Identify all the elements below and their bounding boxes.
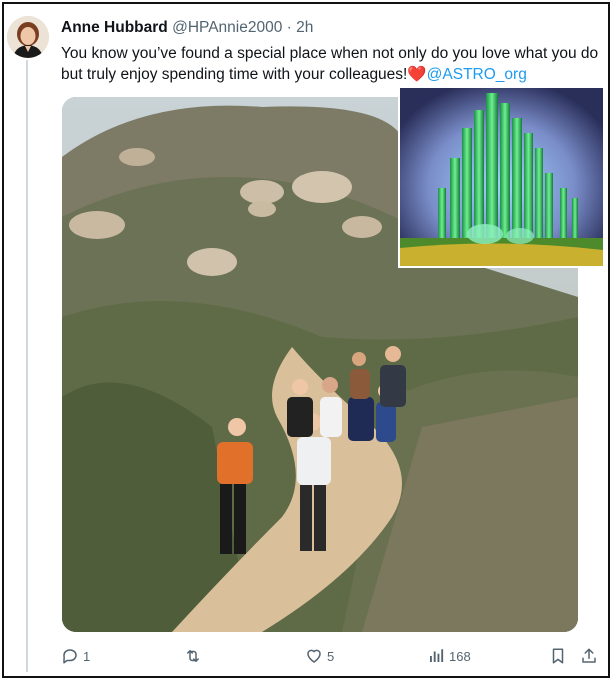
- reply-count: 1: [83, 648, 91, 664]
- action-bar: 1 5 168: [0, 643, 614, 669]
- bookmark-button[interactable]: [549, 643, 567, 669]
- like-count: 5: [327, 648, 335, 664]
- retweet-icon: [187, 650, 199, 662]
- reply-button[interactable]: 1: [61, 643, 90, 669]
- analytics-bar-icon: [430, 649, 444, 662]
- heart-icon: [307, 649, 321, 663]
- avatar[interactable]: [7, 16, 49, 58]
- retweet-button[interactable]: [183, 643, 207, 669]
- avatar-image: [7, 16, 49, 58]
- author-handle[interactable]: @HPAnnie2000: [172, 19, 282, 36]
- red-heart-emoji-icon: ❤️: [407, 66, 427, 83]
- thread-line: [26, 60, 28, 672]
- separator-dot: ·: [286, 19, 292, 36]
- emerald-city-image: [400, 88, 603, 266]
- tweet-text: You know you’ve found a special place wh…: [61, 43, 601, 85]
- views-button[interactable]: 168: [427, 643, 471, 669]
- reply-icon: [63, 649, 77, 664]
- bookmark-icon: [552, 648, 564, 664]
- timestamp[interactable]: 2h: [296, 19, 313, 36]
- like-button[interactable]: 5: [305, 643, 334, 669]
- share-button[interactable]: [580, 643, 598, 669]
- view-count: 168: [449, 648, 471, 664]
- inset-image[interactable]: [398, 86, 605, 268]
- tweet-header: Anne Hubbard @HPAnnie2000 · 2h: [61, 19, 313, 37]
- share-icon: [582, 648, 596, 663]
- author-name[interactable]: Anne Hubbard: [61, 19, 168, 36]
- mention-link[interactable]: @ASTRO_org: [427, 66, 527, 83]
